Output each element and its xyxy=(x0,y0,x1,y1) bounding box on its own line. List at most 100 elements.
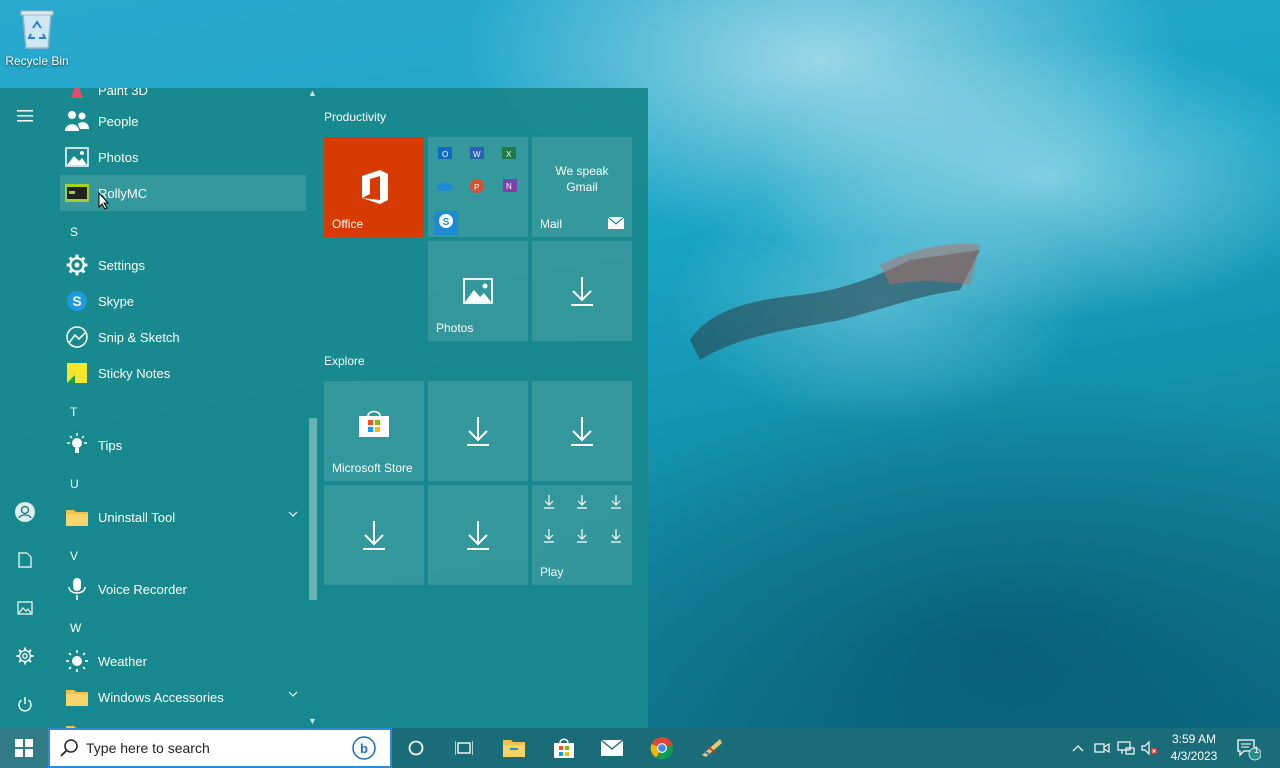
app-windows-accessories[interactable]: Windows Accessories xyxy=(60,679,306,715)
start-menu-rail xyxy=(0,88,50,728)
letter-header-t[interactable]: T xyxy=(70,405,77,419)
skype-icon: S xyxy=(64,288,90,314)
app-settings[interactable]: Settings xyxy=(60,247,306,283)
app-label: Snip & Sketch xyxy=(98,329,180,345)
photos-tile-icon xyxy=(463,278,493,304)
app-partial-folder[interactable] xyxy=(60,715,306,728)
pinned-app-icon xyxy=(702,739,722,757)
scroll-thumb[interactable] xyxy=(309,418,317,600)
tile-download-placeholder-3[interactable] xyxy=(532,381,632,481)
app-people[interactable]: People xyxy=(60,103,306,139)
app-snip-sketch[interactable]: Snip & Sketch xyxy=(60,319,306,355)
tile-label: Mail xyxy=(540,217,563,231)
recycle-bin-label: Recycle Bin xyxy=(5,54,69,68)
tile-download-placeholder-5[interactable] xyxy=(428,485,528,585)
app-label: Photos xyxy=(98,149,139,165)
taskbar-rollymc-app[interactable] xyxy=(688,728,736,768)
cortana-circle-icon xyxy=(408,740,424,756)
svg-text:b: b xyxy=(360,741,368,756)
app-label: Sticky Notes xyxy=(98,365,171,381)
taskbar-file-explorer[interactable] xyxy=(490,728,538,768)
taskbar-chrome[interactable] xyxy=(638,728,686,768)
download-arrow-icon xyxy=(467,521,489,550)
documents-button[interactable] xyxy=(0,540,50,580)
taskbar-microsoft-store[interactable] xyxy=(540,728,588,768)
power-button[interactable] xyxy=(0,684,50,724)
app-photos[interactable]: Photos xyxy=(60,139,306,175)
app-label: Paint 3D xyxy=(98,88,148,98)
mail-tile-message: We speak Gmail xyxy=(532,163,632,195)
download-arrow-icon xyxy=(571,277,593,306)
svg-text:P: P xyxy=(474,183,479,192)
group-title-explore[interactable]: Explore xyxy=(324,354,365,368)
mail-icon xyxy=(600,739,624,756)
app-skype[interactable]: S Skype xyxy=(60,283,306,319)
tile-download-placeholder-1[interactable] xyxy=(532,241,632,341)
tray-meet-now[interactable] xyxy=(1090,728,1114,768)
taskbar-mail[interactable] xyxy=(588,728,636,768)
group-title-productivity[interactable]: Productivity xyxy=(324,110,386,124)
task-view-button[interactable] xyxy=(440,728,488,768)
mail-envelope-icon xyxy=(608,217,624,229)
scroll-up-icon[interactable]: ▲ xyxy=(308,88,317,98)
bing-icon[interactable]: b xyxy=(350,736,378,760)
weather-sun-icon xyxy=(64,648,90,674)
tile-microsoft-store[interactable]: Microsoft Store xyxy=(324,381,424,481)
tray-network[interactable] xyxy=(1114,728,1138,768)
app-rollymc[interactable]: RollyMC xyxy=(60,175,306,211)
app-voice-recorder[interactable]: Voice Recorder xyxy=(60,571,306,607)
play-folder-download-icons xyxy=(544,495,621,543)
letter-header-v[interactable]: V xyxy=(70,549,78,563)
network-icon xyxy=(1117,741,1135,755)
volume-muted-icon xyxy=(1141,740,1158,756)
app-uninstall-tool[interactable]: Uninstall Tool xyxy=(60,499,306,535)
letter-header-s[interactable]: S xyxy=(70,225,78,239)
tray-volume[interactable] xyxy=(1138,728,1162,768)
tile-label: Play xyxy=(540,565,564,579)
tile-office[interactable]: Office xyxy=(324,137,424,237)
app-sticky-notes[interactable]: Sticky Notes xyxy=(60,355,306,391)
tile-download-placeholder-2[interactable] xyxy=(428,381,528,481)
folder-icon xyxy=(64,720,90,728)
snip-sketch-icon xyxy=(64,324,90,350)
tile-mail[interactable]: We speak Gmail Mail xyxy=(532,137,632,237)
start-button[interactable] xyxy=(0,728,48,768)
taskbar: Type here to search b 3:59 AM 4/3/2023 1 xyxy=(0,728,1280,768)
expand-menu-button[interactable] xyxy=(0,96,50,136)
app-label: Windows Accessories xyxy=(98,689,224,705)
taskbar-clock[interactable]: 3:59 AM 4/3/2023 xyxy=(1164,731,1224,765)
recycle-bin-shortcut[interactable]: Recycle Bin xyxy=(4,6,70,68)
pictures-button[interactable] xyxy=(0,588,50,628)
settings-button[interactable] xyxy=(0,636,50,676)
download-arrow-icon xyxy=(467,417,489,446)
letter-header-u[interactable]: U xyxy=(70,477,79,491)
clock-time: 3:59 AM xyxy=(1171,732,1217,746)
tile-photos[interactable]: Photos xyxy=(428,241,528,341)
show-hidden-icons-button[interactable] xyxy=(1066,728,1090,768)
tile-label: Microsoft Store xyxy=(332,461,413,475)
tile-office-apps-folder[interactable]: O W X P N S xyxy=(428,137,528,237)
camera-icon xyxy=(1094,742,1110,754)
swimmer-illustration xyxy=(690,243,980,360)
chrome-icon xyxy=(650,737,674,760)
tile-play-folder[interactable]: Play xyxy=(532,485,632,585)
taskbar-search-box[interactable]: Type here to search b xyxy=(48,728,392,768)
app-tips[interactable]: Tips xyxy=(60,427,306,463)
app-weather[interactable]: Weather xyxy=(60,643,306,679)
user-account-button[interactable] xyxy=(0,492,50,532)
chevron-down-icon[interactable] xyxy=(288,511,298,517)
svg-text:S: S xyxy=(72,293,81,309)
action-center-button[interactable]: 1 xyxy=(1228,728,1268,768)
rollymc-icon xyxy=(64,180,90,206)
app-list-scrollbar[interactable]: ▲ ▼ xyxy=(306,88,320,728)
cortana-button[interactable] xyxy=(392,728,440,768)
svg-text:S: S xyxy=(443,217,450,228)
chevron-up-icon xyxy=(1072,745,1084,752)
office-apps-icons: O W X P N S xyxy=(434,147,517,235)
documents-icon xyxy=(18,552,32,568)
scroll-down-icon[interactable]: ▼ xyxy=(308,716,317,726)
chevron-down-icon[interactable] xyxy=(288,691,298,697)
tile-download-placeholder-4[interactable] xyxy=(324,485,424,585)
app-label: Settings xyxy=(98,257,145,273)
letter-header-w[interactable]: W xyxy=(70,621,81,635)
